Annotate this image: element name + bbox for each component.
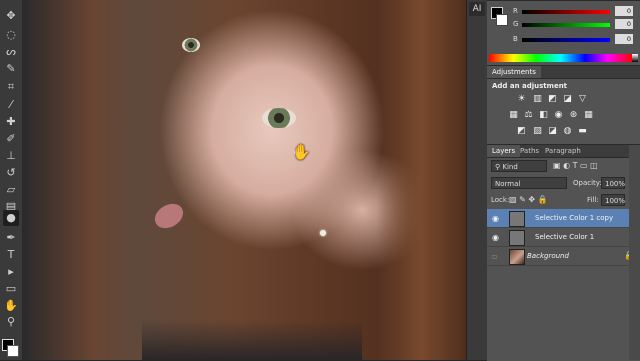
eraser-tool-icon[interactable]: ▱ xyxy=(3,182,19,198)
layer-row[interactable]: ◉ Selective Color 1 copy xyxy=(487,209,640,228)
hue-saturation-icon[interactable]: ▦ xyxy=(509,111,518,120)
fill-label: Fill: xyxy=(587,196,599,204)
selective-color-icon[interactable]: ◍ xyxy=(563,127,572,136)
red-value-field[interactable]: 0 xyxy=(615,6,633,16)
photo-collar xyxy=(142,320,362,360)
color-panel: R 0 G 0 B 0 xyxy=(487,0,640,65)
layer-name: Selective Color 1 copy xyxy=(535,214,614,222)
curves-icon[interactable]: ◩ xyxy=(548,95,557,104)
opacity-field[interactable]: 100% xyxy=(601,177,625,189)
brush-tool-icon[interactable]: ✐ xyxy=(3,131,19,147)
history-brush-tool-icon[interactable]: ↺ xyxy=(3,165,19,181)
tab-paragraph[interactable]: Paragraph xyxy=(540,145,586,157)
adjustments-tabbar: Adjustments xyxy=(487,66,640,79)
collapsed-panel-strip: AI xyxy=(466,0,487,360)
red-channel-label: R xyxy=(513,7,518,15)
green-slider[interactable] xyxy=(522,23,610,27)
blue-value-field[interactable]: 0 xyxy=(615,34,633,44)
lock-icons[interactable]: ▨ ✎ ✥ 🔒 xyxy=(509,195,548,204)
move-tool-icon[interactable]: ✥ xyxy=(3,8,19,24)
color-lookup-icon[interactable]: ▦ xyxy=(584,111,593,120)
adjustments-title: Add an adjustment xyxy=(492,82,568,90)
shape-tool-icon[interactable]: ▭ xyxy=(3,281,19,297)
vibrance-icon[interactable]: ▽ xyxy=(578,95,587,104)
tools-panel: ✥ ◌ ᔕ ✎ ⌗ ⁄ ✚ ✐ ⊥ ↺ ▱ ▤ ● ✒ T ▸ ▭ ✋ ⚲ xyxy=(0,0,23,360)
hand-cursor-icon: ✋ xyxy=(292,143,311,161)
color-balance-icon[interactable]: ⚖ xyxy=(524,111,533,120)
posterize-icon[interactable]: ▨ xyxy=(533,127,542,136)
photo-eye-left xyxy=(182,38,200,52)
levels-icon[interactable]: ▥ xyxy=(533,95,542,104)
gradient-map-icon[interactable]: ▬ xyxy=(578,127,587,136)
layers-panel: Layers Paths Paragraph ⚲ Kind ▣ ◐ T ▭ ◫ … xyxy=(487,144,640,361)
visibility-eye-icon[interactable]: ◉ xyxy=(492,233,499,242)
path-selection-tool-icon[interactable]: ▸ xyxy=(3,264,19,280)
crop-tool-icon[interactable]: ⌗ xyxy=(3,79,19,95)
quick-select-tool-icon[interactable]: ✎ xyxy=(3,61,19,77)
hand-tool-icon[interactable]: ✋ xyxy=(3,298,19,314)
fill-field[interactable]: 100% xyxy=(601,194,625,206)
blue-channel: B 0 xyxy=(513,34,638,45)
layer-name: Background xyxy=(527,252,569,260)
pen-tool-icon[interactable]: ✒ xyxy=(3,230,19,246)
document-canvas[interactable]: ✋ xyxy=(22,0,487,360)
photo-layer-thumbnail xyxy=(509,249,525,265)
filter-icons[interactable]: ▣ ◐ T ▭ ◫ xyxy=(553,161,598,170)
panel-scrollbar[interactable] xyxy=(629,145,640,360)
green-channel: G 0 xyxy=(513,19,638,30)
green-value-field[interactable]: 0 xyxy=(615,19,633,29)
exposure-icon[interactable]: ◪ xyxy=(563,95,572,104)
threshold-icon[interactable]: ◪ xyxy=(548,127,557,136)
background-color-swatch[interactable] xyxy=(7,345,19,357)
photo-earring xyxy=(320,230,326,236)
visibility-off-icon[interactable]: ▫ xyxy=(492,252,497,261)
black-white-ramp[interactable] xyxy=(632,54,638,62)
layer-name: Selective Color 1 xyxy=(535,233,595,241)
adjustment-layer-thumbnail xyxy=(509,230,525,246)
lasso-tool-icon[interactable]: ᔕ xyxy=(3,44,19,60)
eyedropper-tool-icon[interactable]: ⁄ xyxy=(3,97,19,113)
color-panel-background-swatch[interactable] xyxy=(496,14,508,26)
blue-slider[interactable] xyxy=(522,38,610,42)
zoom-tool-icon[interactable]: ⚲ xyxy=(3,314,19,330)
blend-mode-dropdown[interactable]: Normal xyxy=(491,177,567,189)
photo-hair-left xyxy=(22,0,142,360)
brightness-contrast-icon[interactable]: ☀ xyxy=(517,95,526,104)
red-slider[interactable] xyxy=(522,10,610,14)
layers-tabbar: Layers Paths Paragraph xyxy=(487,145,640,158)
layer-row[interactable]: ▫ Background 🔒 xyxy=(487,247,640,266)
blue-channel-label: B xyxy=(513,35,518,43)
marquee-tool-icon[interactable]: ◌ xyxy=(3,27,19,43)
kind-label: Kind xyxy=(502,163,518,171)
color-spectrum-ramp[interactable] xyxy=(489,54,632,62)
adjustments-panel: Adjustments Add an adjustment ☀ ▥ ◩ ◪ ▽ … xyxy=(487,65,640,144)
red-channel: R 0 xyxy=(513,6,638,17)
ai-panel-button[interactable]: AI xyxy=(469,2,485,16)
photo-filter-icon[interactable]: ◉ xyxy=(554,111,563,120)
green-channel-label: G xyxy=(513,20,519,28)
visibility-eye-icon[interactable]: ◉ xyxy=(492,214,499,223)
black-white-icon[interactable]: ◧ xyxy=(539,111,548,120)
photo-eye-right xyxy=(262,108,296,128)
photo-lips xyxy=(150,198,188,234)
adjustment-layer-thumbnail xyxy=(509,211,525,227)
opacity-label: Opacity: xyxy=(573,179,602,187)
lock-label: Lock: xyxy=(491,196,510,204)
blur-tool-icon[interactable]: ● xyxy=(3,210,19,226)
channel-mixer-icon[interactable]: ⊛ xyxy=(569,111,578,120)
clone-stamp-tool-icon[interactable]: ⊥ xyxy=(3,148,19,164)
layer-row[interactable]: ◉ Selective Color 1 xyxy=(487,228,640,247)
tab-adjustments[interactable]: Adjustments xyxy=(487,66,541,78)
healing-brush-tool-icon[interactable]: ✚ xyxy=(3,114,19,130)
type-tool-icon[interactable]: T xyxy=(3,247,19,263)
invert-icon[interactable]: ◩ xyxy=(517,127,526,136)
filter-kind-dropdown[interactable]: ⚲ Kind xyxy=(491,160,547,172)
